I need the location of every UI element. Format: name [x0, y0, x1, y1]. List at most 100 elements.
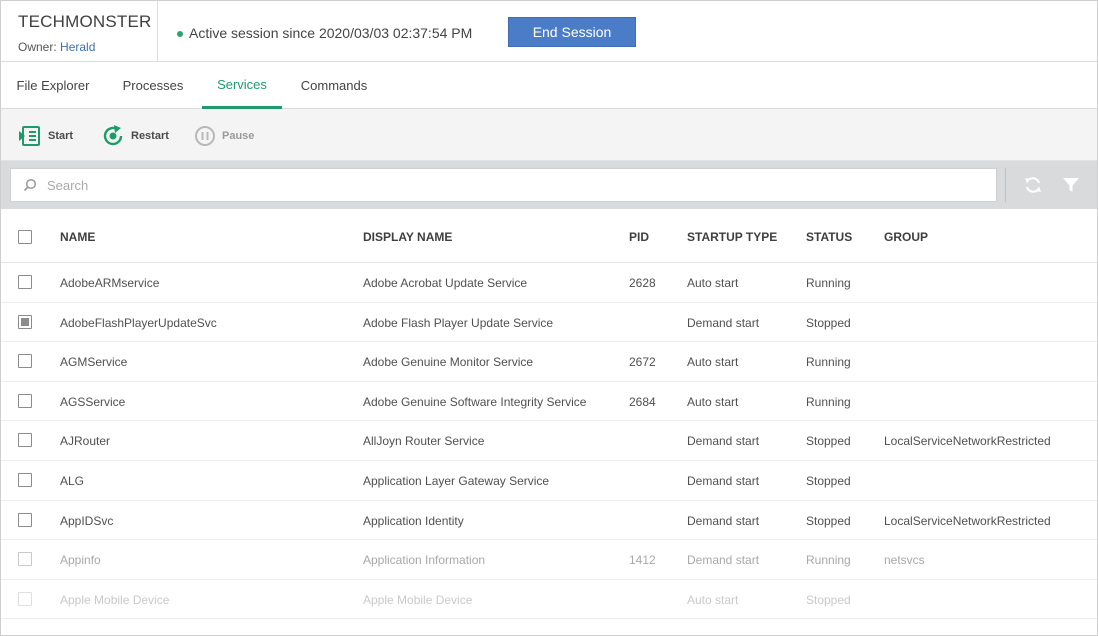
start-button[interactable]: Start	[18, 124, 73, 148]
owner-link[interactable]: Herald	[60, 40, 95, 54]
refresh-button[interactable]	[1022, 174, 1044, 196]
table-row[interactable]: Appinfo Application Information 1412 Demand…	[1, 540, 1097, 580]
session-status: Active session since 2020/03/03 02:37:54…	[177, 25, 472, 41]
tab-processes[interactable]: Processes	[105, 62, 201, 109]
row-checkbox[interactable]	[18, 314, 32, 329]
cell-status: Running	[806, 394, 851, 409]
column-header-name[interactable]: NAME	[60, 230, 95, 244]
cell-pid: 1412	[629, 553, 656, 568]
toolbar: Start Restart Pause	[1, 109, 1097, 161]
table-row[interactable]: ALG Application Layer Gateway Service Dema…	[1, 461, 1097, 501]
cell-display-name: Application Layer Gateway Service	[363, 473, 550, 488]
cell-name: Apple Mobile Device	[60, 592, 170, 607]
owner-label: Owner:	[18, 40, 57, 54]
row-checkbox[interactable]	[18, 472, 32, 487]
cell-status: Stopped	[806, 473, 851, 488]
search-bar	[1, 161, 1097, 209]
cell-display-name: AllJoyn Router Service	[363, 434, 485, 449]
cell-startup-type: Auto start	[687, 355, 739, 370]
restart-button[interactable]: Restart	[101, 124, 169, 148]
cell-name: AGMService	[60, 355, 128, 370]
fade-edge	[1, 619, 1097, 635]
restart-label: Restart	[131, 130, 169, 142]
row-checkbox[interactable]	[18, 354, 32, 369]
start-label: Start	[48, 130, 74, 142]
end-session-button[interactable]: End Session	[508, 17, 636, 47]
cell-display-name: Adobe Acrobat Update Service	[363, 276, 528, 290]
cell-startup-type: Demand start	[687, 315, 760, 330]
cell-name: Appinfo	[60, 553, 101, 568]
status-dot-icon	[177, 30, 183, 37]
table-row[interactable]: Apple Mobile Device Apple Mobile Device Au…	[1, 580, 1097, 620]
cell-status: Stopped	[806, 513, 851, 528]
column-header-group[interactable]: GROUP	[884, 230, 928, 244]
cell-startup-type: Auto start	[687, 592, 739, 607]
cell-group: netsvcs	[884, 553, 925, 568]
column-header-display-name[interactable]: DISPLAY NAME	[363, 230, 452, 244]
refresh-icon	[1025, 177, 1041, 193]
column-header-status[interactable]: STATUS	[806, 230, 852, 244]
pause-icon	[195, 126, 215, 146]
row-checkbox[interactable]	[18, 393, 32, 408]
table-row[interactable]: AdobeFlashPlayerUpdateSvc Adobe Flash Pla…	[1, 303, 1097, 343]
cell-status: Running	[806, 276, 851, 290]
cell-name: AdobeARMservice	[60, 276, 160, 290]
cell-group: LocalServiceNetworkRestricted	[884, 513, 1051, 528]
row-checkbox[interactable]	[18, 591, 32, 606]
filter-button[interactable]	[1060, 174, 1082, 196]
restart-icon	[103, 125, 123, 146]
cell-name: ALG	[60, 473, 85, 488]
row-checkbox[interactable]	[18, 275, 32, 289]
select-all-checkbox[interactable]	[18, 230, 32, 244]
window: TECHMONSTER Owner: Herald Active session…	[0, 0, 1098, 636]
cell-name: AppIDSvc	[60, 513, 114, 528]
table-row[interactable]: AGSService Adobe Genuine Software Integri…	[1, 382, 1097, 422]
cell-status: Running	[806, 553, 851, 568]
filter-icon	[1063, 178, 1079, 192]
search-box	[10, 168, 997, 202]
cell-pid: 2684	[629, 394, 656, 409]
column-header-startup-type[interactable]: STARTUP TYPE	[687, 230, 777, 244]
row-checkbox[interactable]	[18, 433, 32, 448]
cell-status: Stopped	[806, 315, 851, 330]
tab-commands[interactable]: Commands	[282, 62, 386, 109]
table-row[interactable]: AGMService Adobe Genuine Monitor Service 2…	[1, 342, 1097, 382]
pause-button[interactable]: Pause	[194, 124, 254, 148]
cell-status: Stopped	[806, 434, 851, 449]
cell-display-name: Application Information	[363, 553, 486, 568]
cell-display-name: Apple Mobile Device	[363, 592, 473, 607]
cell-status: Running	[806, 355, 851, 370]
tab-services[interactable]: Services	[202, 62, 282, 109]
owner-line: Owner: Herald	[18, 40, 157, 54]
cell-status: Stopped	[806, 592, 851, 607]
cell-startup-type: Demand start	[687, 434, 760, 449]
toolbar-divider	[1005, 168, 1006, 202]
cell-startup-type: Auto start	[687, 394, 739, 409]
cell-name: AGSService	[60, 394, 126, 409]
cell-startup-type: Demand start	[687, 513, 760, 528]
cell-group: LocalServiceNetworkRestricted	[884, 434, 1051, 449]
session-text: Active session since 2020/03/03 02:37:54…	[189, 25, 473, 41]
row-checkbox[interactable]	[18, 512, 32, 527]
cell-startup-type: Demand start	[687, 473, 760, 488]
cell-pid: 2628	[629, 276, 656, 290]
cell-display-name: Application Identity	[363, 513, 464, 528]
cell-name: AdobeFlashPlayerUpdateSvc	[60, 315, 217, 330]
device-name: TECHMONSTER	[18, 12, 152, 31]
start-icon	[19, 126, 40, 146]
search-input[interactable]	[47, 177, 947, 193]
table-row[interactable]: AJRouter AllJoyn Router Service Demand sta…	[1, 421, 1097, 461]
cell-startup-type: Demand start	[687, 553, 760, 568]
tab-file-explorer[interactable]: File Explorer	[1, 62, 105, 109]
column-header-pid[interactable]: PID	[629, 230, 649, 244]
search-icon	[23, 178, 37, 192]
pause-label: Pause	[222, 130, 255, 142]
tab-bar: File Explorer Processes Services Command…	[1, 62, 1097, 109]
table-row[interactable]: AdobeARMservice Adobe Acrobat Update Serv…	[1, 263, 1097, 303]
cell-name: AJRouter	[60, 434, 111, 449]
table-header: NAME DISPLAY NAME PID STARTUP TYPE STATU…	[1, 209, 1097, 263]
table-row[interactable]: AppIDSvc Application Identity Demand start…	[1, 501, 1097, 541]
cell-display-name: Adobe Genuine Software Integrity Service	[363, 394, 587, 409]
row-checkbox[interactable]	[18, 552, 32, 567]
cell-startup-type: Auto start	[687, 276, 739, 290]
